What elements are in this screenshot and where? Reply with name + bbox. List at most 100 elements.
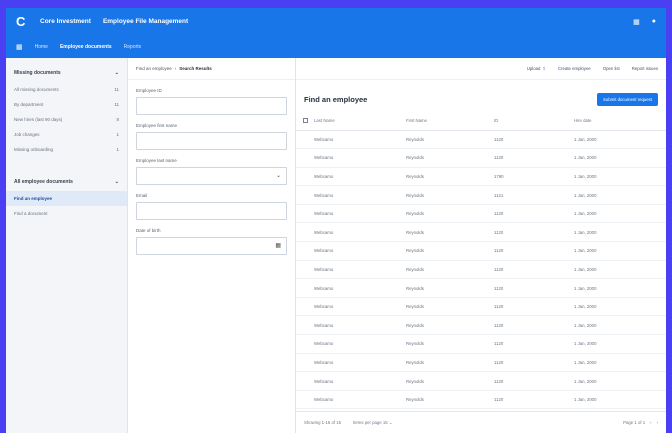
table-row[interactable]: Webcamo Reynolds 1790 1 Jan, 2000 bbox=[296, 167, 666, 187]
table-row[interactable]: Webcamo Reynolds 1120 1 Jan, 2000 bbox=[296, 148, 666, 168]
app-header: C Core Investment Employee File Manageme… bbox=[6, 8, 666, 60]
tab-employee-documents[interactable]: Employee documents bbox=[59, 40, 112, 60]
table-row[interactable]: Webcamo Reynolds 1120 1 Jan, 2000 bbox=[296, 241, 666, 261]
row-select-cell bbox=[296, 148, 314, 168]
tab-reports[interactable]: Reports bbox=[124, 40, 142, 54]
upload-button[interactable]: Upload ⇧ bbox=[527, 66, 546, 72]
search-panel: Find an employee › Search Results Employ… bbox=[128, 58, 296, 433]
grid-icon[interactable]: ▦ bbox=[633, 18, 640, 26]
sidebar-item-find-document[interactable]: Find a document bbox=[6, 206, 127, 221]
id-cell: 1120 bbox=[494, 278, 574, 298]
breadcrumb-link[interactable]: Find an employee bbox=[136, 66, 172, 71]
id-cell: 1120 bbox=[494, 390, 574, 410]
row-select-cell bbox=[296, 353, 314, 373]
select-all-checkbox[interactable] bbox=[302, 117, 308, 123]
first-name-input[interactable] bbox=[136, 132, 287, 150]
first-name-cell: Reynolds bbox=[406, 371, 494, 391]
column-header[interactable]: First Name bbox=[406, 112, 494, 131]
sidebar-item-find-employee[interactable]: Find an employee bbox=[6, 191, 127, 206]
sidebar-group-all-documents[interactable]: All employee documents ⌄ bbox=[6, 167, 127, 191]
sidebar-item-label: Missing onboarding bbox=[14, 147, 54, 152]
sidebar-group-label: Missing documents bbox=[14, 70, 61, 76]
table-row[interactable]: Webcamo Reynolds 1120 1 Jan, 2000 bbox=[296, 315, 666, 336]
table-row[interactable]: Webcamo Reynolds 1120 1 Jan, 2000 bbox=[296, 371, 666, 391]
sidebar-item-count: 11 bbox=[114, 87, 119, 92]
row-select-cell bbox=[296, 334, 314, 354]
help-icon[interactable]: ● bbox=[652, 18, 656, 26]
sidebar-item-label: Find an employee bbox=[14, 196, 53, 201]
sidebar: Missing documents ⌄ All missing document… bbox=[6, 58, 128, 433]
chevron-left-icon[interactable]: ‹ bbox=[650, 420, 651, 425]
sidebar-group-missing[interactable]: Missing documents ⌄ bbox=[6, 58, 127, 82]
field-label: Employee first name bbox=[136, 123, 178, 128]
id-cell: 1790 bbox=[494, 167, 574, 187]
first-name-field: Employee first name bbox=[128, 123, 295, 150]
upload-icon: ⇧ bbox=[542, 65, 547, 71]
sidebar-item-label: Find a document bbox=[14, 211, 48, 216]
table-row[interactable]: Webcamo Reynolds 1120 1 Jan, 2000 bbox=[296, 278, 666, 298]
field-label: Email bbox=[136, 193, 148, 198]
id-cell: 1120 bbox=[494, 315, 574, 336]
hire-date-cell: 1 Jan, 2000 bbox=[574, 334, 666, 354]
table-row[interactable]: Webcamo Reynolds 1120 1 Jan, 2000 bbox=[296, 204, 666, 224]
first-name-cell: Reynolds bbox=[406, 167, 494, 187]
hire-date-cell: 1 Jan, 2000 bbox=[574, 185, 666, 205]
table-header-row: Last Name First Name ID Hire date bbox=[296, 112, 666, 131]
tab-home[interactable]: Home bbox=[35, 40, 48, 54]
first-name-cell: Reynolds bbox=[406, 241, 494, 261]
table-row[interactable]: Webcamo Reynolds 1120 1 Jan, 2000 bbox=[296, 130, 666, 150]
table-footer: Showing 1-15 of 15 Items per page 15 ⌄ P… bbox=[296, 411, 666, 433]
column-header[interactable]: Last Name bbox=[314, 112, 406, 131]
dob-input[interactable]: ▦ bbox=[136, 237, 287, 255]
last-name-cell: Webcamo bbox=[314, 278, 406, 298]
apps-icon[interactable]: ▦ bbox=[16, 43, 23, 51]
last-name-cell: Webcamo bbox=[314, 371, 406, 391]
row-select-cell bbox=[296, 260, 314, 280]
pagination: Page 1 of 1 ‹ › bbox=[623, 420, 658, 425]
per-page-select[interactable]: Items per page 15 ⌄ bbox=[353, 420, 392, 426]
submit-request-button[interactable]: Submit document request bbox=[597, 92, 658, 106]
table-row[interactable]: Webcamo Reynolds 1120 1 Jan, 2000 bbox=[296, 297, 666, 317]
sidebar-item-missing-onboarding[interactable]: Missing onboarding 1 bbox=[6, 142, 127, 157]
showing-count: Showing 1-15 of 15 bbox=[304, 420, 342, 425]
table-row[interactable]: Webcamo Reynolds 1120 1 Jan, 2000 bbox=[296, 260, 666, 280]
column-header[interactable]: Hire date bbox=[574, 112, 666, 131]
column-header[interactable]: ID bbox=[494, 112, 574, 131]
sidebar-item-job-changes[interactable]: Job changes 1 bbox=[6, 127, 127, 142]
row-select-cell bbox=[296, 241, 314, 261]
sidebar-item-label: Job changes bbox=[14, 132, 40, 137]
first-name-cell: Reynolds bbox=[406, 353, 494, 373]
logo-icon: C bbox=[16, 14, 26, 29]
email-field: Email bbox=[128, 193, 295, 220]
email-input[interactable] bbox=[136, 202, 287, 220]
app-title: Employee File Management bbox=[102, 18, 189, 25]
last-name-select[interactable]: ⌄ bbox=[136, 167, 287, 185]
table-row[interactable]: Webcamo Reynolds 1120 1 Jan, 2000 bbox=[296, 353, 666, 373]
sidebar-item-by-department[interactable]: By department 11 bbox=[6, 97, 127, 112]
create-employee-button[interactable]: Create employee bbox=[558, 66, 591, 71]
table-row[interactable]: Webcamo Reynolds 1121 1 Jan, 2000 bbox=[296, 185, 666, 205]
id-cell: 1120 bbox=[494, 297, 574, 317]
first-name-cell: Reynolds bbox=[406, 390, 494, 410]
chevron-right-icon[interactable]: › bbox=[657, 420, 658, 425]
dob-field: Date of birth ▦ bbox=[128, 228, 295, 255]
first-name-cell: Reynolds bbox=[406, 315, 494, 336]
calendar-icon[interactable]: ▦ bbox=[275, 242, 281, 249]
last-name-cell: Webcamo bbox=[314, 241, 406, 261]
employee-id-input[interactable] bbox=[136, 97, 287, 115]
sidebar-item-all-missing[interactable]: All missing documents 11 bbox=[6, 82, 127, 97]
id-cell: 1120 bbox=[494, 148, 574, 168]
app-window: C Core Investment Employee File Manageme… bbox=[6, 8, 666, 433]
hire-date-cell: 1 Jan, 2000 bbox=[574, 297, 666, 317]
sidebar-item-new-hires[interactable]: New hires (last 90 days) 8 bbox=[6, 112, 127, 127]
last-name-field: Employee last name ⌄ bbox=[128, 158, 295, 185]
hire-date-cell: 1 Jan, 2000 bbox=[574, 222, 666, 243]
id-cell: 1120 bbox=[494, 334, 574, 354]
page-indicator: Page 1 of 1 bbox=[623, 420, 646, 425]
open-list-button[interactable]: Open list bbox=[603, 66, 620, 71]
table-row[interactable]: Webcamo Reynolds 1120 1 Jan, 2000 bbox=[296, 222, 666, 243]
report-issues-button[interactable]: Report issues bbox=[632, 66, 658, 71]
table-row[interactable]: Webcamo Reynolds 1120 1 Jan, 2000 bbox=[296, 390, 666, 410]
table-row[interactable]: Webcamo Reynolds 1120 1 Jan, 2000 bbox=[296, 334, 666, 354]
sidebar-group-label: All employee documents bbox=[14, 179, 73, 185]
